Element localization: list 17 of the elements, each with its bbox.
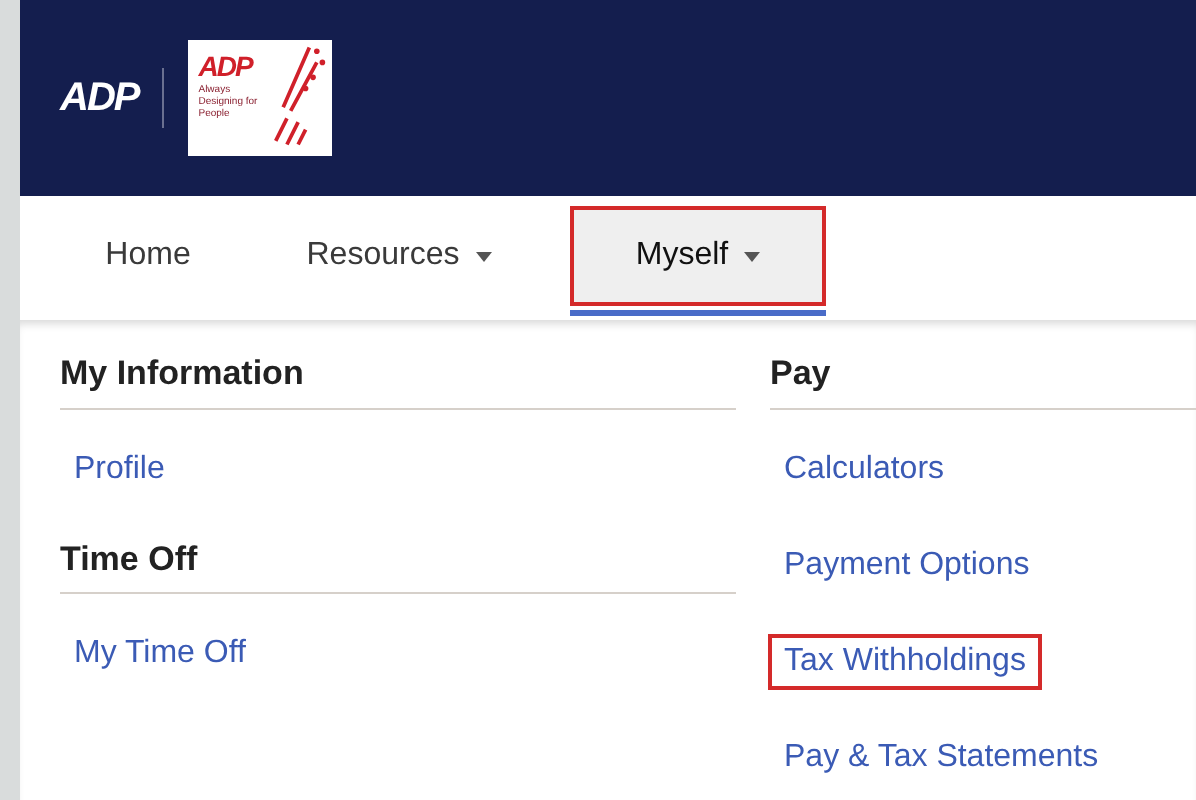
menu-link[interactable]: Pay & Tax Statements (768, 729, 1115, 785)
menu-link[interactable]: Profile (58, 441, 181, 497)
caret-icon (475, 251, 492, 261)
nav-tab[interactable]: Home (52, 206, 244, 306)
nav-tab[interactable]: Resources (244, 206, 554, 306)
menu-link[interactable]: My Time Off (58, 626, 262, 682)
nav-tab[interactable]: Myself (570, 206, 826, 306)
stripes-drawing (272, 42, 329, 150)
badge-logo: ADP (198, 52, 255, 80)
section-heading: My Information (60, 348, 736, 409)
menu-link[interactable]: Calculators (768, 441, 961, 497)
section-heading: Time Off (60, 533, 736, 594)
caret-icon (744, 251, 761, 261)
logo: ADP (60, 74, 139, 124)
section-heading: Pay (770, 348, 1196, 409)
menu-link[interactable]: Payment Options (768, 537, 1046, 593)
menu-link[interactable]: Tax Withholdings (768, 633, 1042, 689)
